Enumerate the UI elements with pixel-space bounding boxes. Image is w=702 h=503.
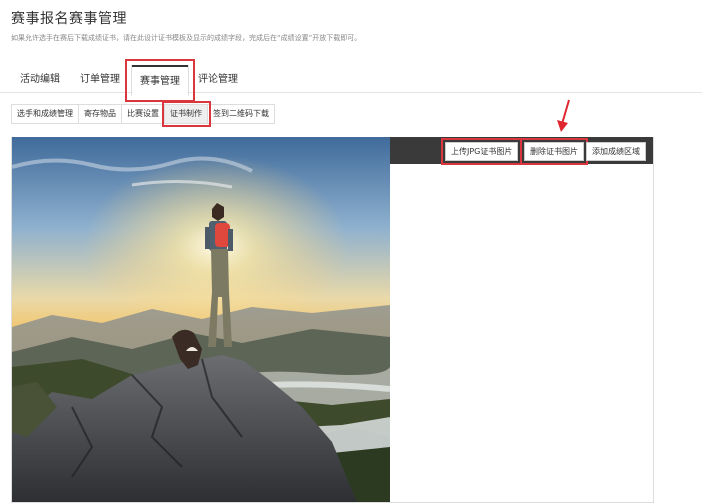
upload-jpg-certificate-button[interactable]: 上传JPG证书图片: [440, 138, 523, 165]
page-title: 赛事报名赛事管理: [11, 11, 127, 27]
sub-tabs: 选手和成绩管理 寄存物品 比赛设置 证书制作 签到二维码下载: [11, 101, 275, 127]
red-arrow-icon: [557, 99, 570, 132]
tab-comment-management[interactable]: 评论管理: [198, 66, 238, 89]
certificate-image: [12, 137, 390, 502]
tab-order-management[interactable]: 订单管理: [80, 66, 120, 89]
add-score-region-button[interactable]: 添加成绩区域: [586, 142, 646, 161]
certificate-photo: [12, 137, 390, 502]
tab-activity-edit[interactable]: 活动编辑: [20, 66, 60, 89]
subtab-race-settings[interactable]: 比赛设置: [122, 104, 165, 124]
subtab-certificate-making[interactable]: 证书制作: [162, 101, 211, 127]
certificate-editor: 上传JPG证书图片 删除证书图片 添加成绩区域: [11, 137, 654, 503]
delete-certificate-image-button[interactable]: 删除证书图片: [520, 138, 588, 165]
subtab-players-scores[interactable]: 选手和成绩管理: [11, 104, 79, 124]
subtab-storage-items[interactable]: 寄存物品: [79, 104, 122, 124]
tab-event-management[interactable]: 赛事管理: [125, 59, 195, 102]
subtab-checkin-qr-download[interactable]: 签到二维码下载: [208, 104, 275, 124]
main-tabs: 活动编辑 订单管理 赛事管理 评论管理: [0, 58, 702, 102]
page-description: 如果允许选手在赛后下载成绩证书，请在此设计证书模板及显示的成绩字段，完成后在“成…: [11, 34, 362, 42]
